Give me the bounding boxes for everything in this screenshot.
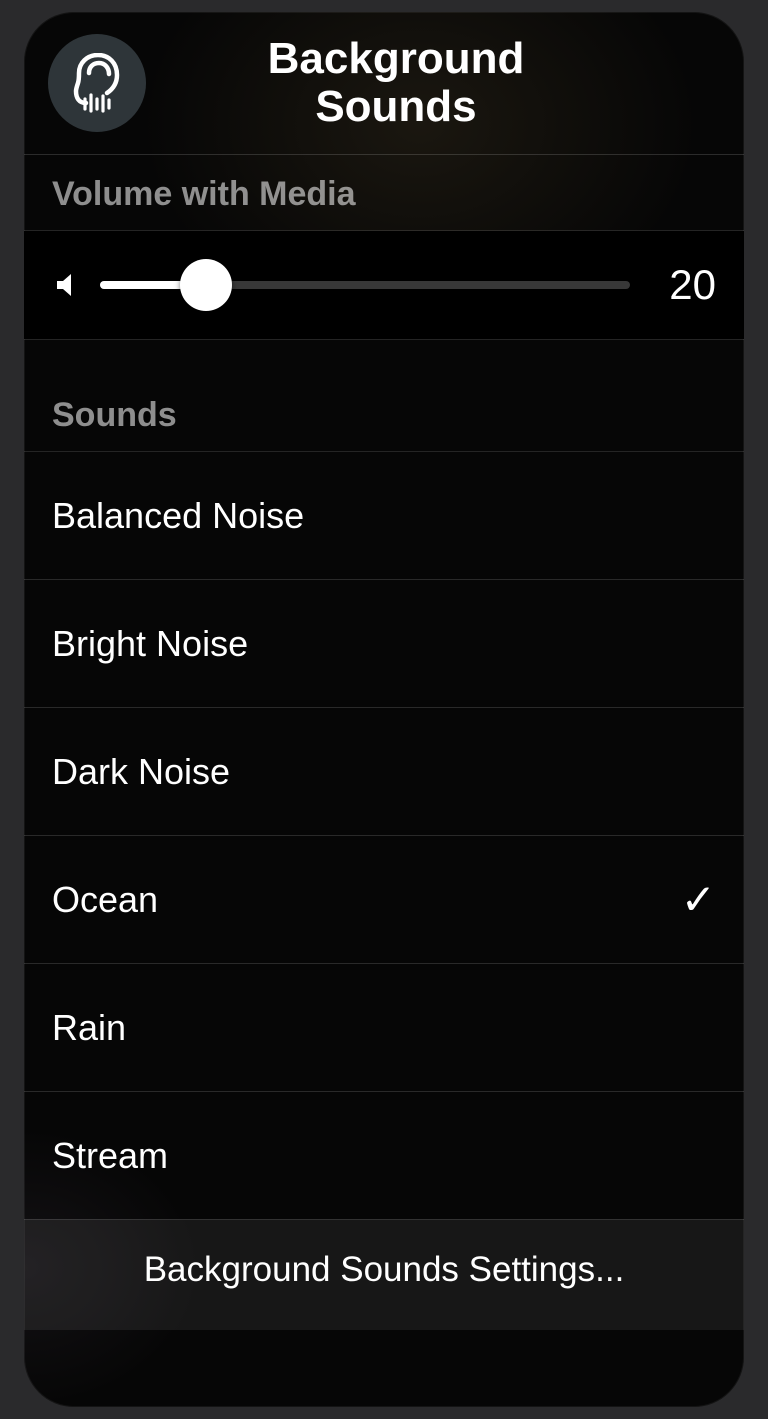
ear-icon [71, 53, 123, 113]
background-sounds-panel: Background Sounds Volume with Media 20 S… [24, 12, 744, 1407]
sound-option[interactable]: Rain✓ [24, 964, 744, 1092]
speaker-low-icon [52, 270, 82, 300]
slider-thumb[interactable] [180, 259, 232, 311]
sound-option-label: Bright Noise [52, 623, 248, 665]
sound-option-label: Stream [52, 1135, 168, 1177]
checkmark-icon: ✓ [681, 875, 716, 924]
volume-section-header: Volume with Media [24, 155, 744, 231]
panel-header: Background Sounds [24, 12, 744, 155]
sound-option-label: Ocean [52, 879, 158, 921]
sound-option[interactable]: Balanced Noise✓ [24, 452, 744, 580]
panel-title: Background Sounds [146, 35, 716, 132]
settings-link[interactable]: Background Sounds Settings... [24, 1220, 744, 1330]
volume-slider[interactable] [100, 281, 630, 289]
sound-option-label: Rain [52, 1007, 126, 1049]
sound-option[interactable]: Ocean ✓ [24, 836, 744, 964]
volume-slider-row: 20 [24, 231, 744, 339]
sounds-list: Balanced Noise✓Bright Noise✓Dark Noise✓O… [24, 452, 744, 1220]
sound-option[interactable]: Stream✓ [24, 1092, 744, 1220]
sound-option[interactable]: Dark Noise✓ [24, 708, 744, 836]
sound-option[interactable]: Bright Noise✓ [24, 580, 744, 708]
sound-option-label: Dark Noise [52, 751, 230, 793]
sound-option-label: Balanced Noise [52, 495, 304, 537]
background-sounds-toggle[interactable] [48, 34, 146, 132]
sounds-section-header: Sounds [24, 339, 744, 452]
volume-value: 20 [660, 261, 716, 309]
